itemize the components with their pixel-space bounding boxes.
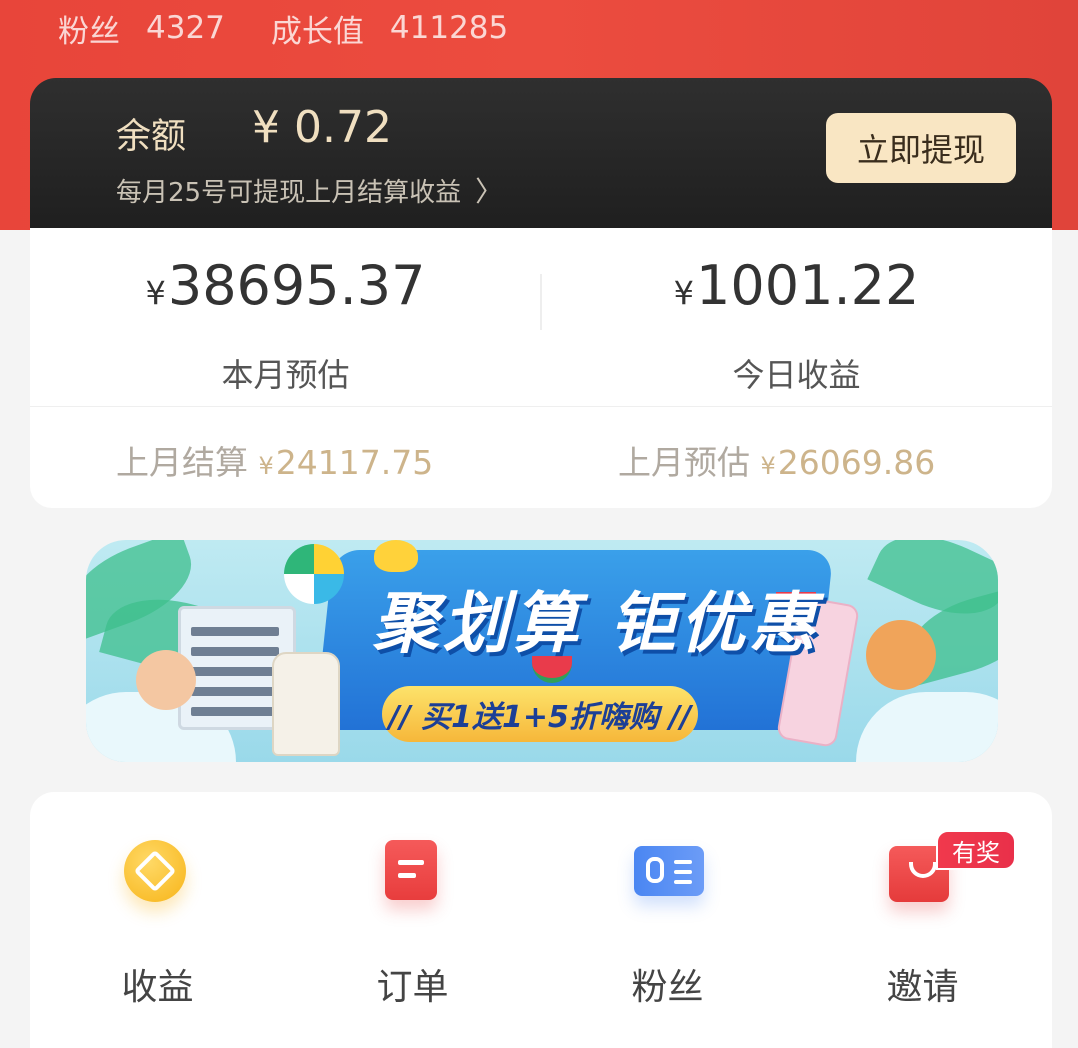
menu-item-label: 邀请 (886, 967, 959, 1008)
last-settle-amount: ¥24117.75 (259, 443, 434, 482)
this-month-amount: ¥38695.37 (30, 254, 541, 317)
character-illustration (866, 620, 936, 690)
row-divider (30, 406, 1052, 407)
order-icon (379, 840, 447, 908)
banner-title: 聚划算 钜优惠 (372, 585, 820, 662)
withdraw-button[interactable]: 立即提现 (826, 113, 1016, 183)
fans-icon (634, 840, 704, 908)
last-estimate-label: 上月预估 (618, 443, 750, 482)
reward-badge: 有奖 (936, 830, 1016, 870)
menu-item-label: 粉丝 (631, 967, 704, 1008)
currency-symbol: ¥ (145, 274, 166, 312)
beach-ball-icon (284, 544, 344, 604)
growth-value: 411285 (389, 10, 509, 46)
banner-subtitle: // 买1送1+5折嗨购 // (382, 686, 698, 742)
today-label: 今日收益 (732, 356, 861, 394)
withdraw-rule-text: 每月25号可提现上月结算收益 (116, 177, 462, 208)
last-settle-value: 24117.75 (275, 443, 434, 482)
balance-card: 余额 ¥ 0.72 每月25号可提现上月结算收益 〉 立即提现 (30, 78, 1052, 230)
menu-item-earnings[interactable]: 收益 (30, 792, 285, 1048)
chevron-right-icon: 〉 (475, 175, 504, 208)
last-estimate-amount: ¥26069.86 (761, 443, 936, 482)
last-settle-label: 上月结算 (116, 443, 248, 482)
this-month-estimate[interactable]: ¥38695.37 本月预估 (30, 228, 541, 406)
menu-item-invite[interactable]: 邀请 (795, 792, 1050, 1048)
currency-symbol: ¥ (673, 274, 695, 312)
wave-decoration (856, 692, 998, 762)
character-illustration (136, 650, 196, 710)
currency-symbol: ¥ (258, 452, 274, 480)
fans-count: 4327 (146, 10, 225, 46)
today-earnings[interactable]: ¥1001.22 今日收益 (541, 228, 1052, 406)
currency-symbol: ¥ (760, 452, 776, 480)
growth-label: 成长值 (270, 13, 364, 50)
last-month-estimate: 上月预估 ¥26069.86 (618, 436, 935, 484)
rubber-duck-icon (374, 540, 418, 572)
this-month-value: 38695.37 (167, 254, 426, 317)
balance-value: ¥ 0.72 (252, 102, 392, 153)
balance-label: 余额 (116, 117, 187, 157)
this-month-label: 本月预估 (221, 356, 350, 394)
last-estimate-value: 26069.86 (777, 443, 936, 482)
menu-item-orders[interactable]: 订单 (285, 792, 540, 1048)
user-stats: 粉丝 4327 成长值 411285 (58, 6, 554, 50)
promo-banner[interactable]: 聚划算 钜优惠 // 买1送1+5折嗨购 // (86, 540, 998, 762)
earnings-icon (124, 840, 192, 908)
menu-item-fans[interactable]: 粉丝 (540, 792, 795, 1048)
shampoo-product (272, 652, 340, 756)
today-value: 1001.22 (696, 254, 920, 317)
menu-item-label: 收益 (121, 967, 194, 1008)
menu-item-label: 订单 (376, 967, 449, 1008)
today-amount: ¥1001.22 (541, 254, 1052, 317)
withdraw-rule-link[interactable]: 每月25号可提现上月结算收益 〉 (116, 170, 503, 210)
fans-label: 粉丝 (58, 13, 120, 50)
last-month-settlement: 上月结算 ¥24117.75 (116, 436, 433, 484)
earnings-card: ¥38695.37 本月预估 ¥1001.22 今日收益 上月结算 ¥24117… (30, 228, 1052, 508)
quick-menu: 收益 订单 粉丝 邀请 有奖 (30, 792, 1052, 1048)
